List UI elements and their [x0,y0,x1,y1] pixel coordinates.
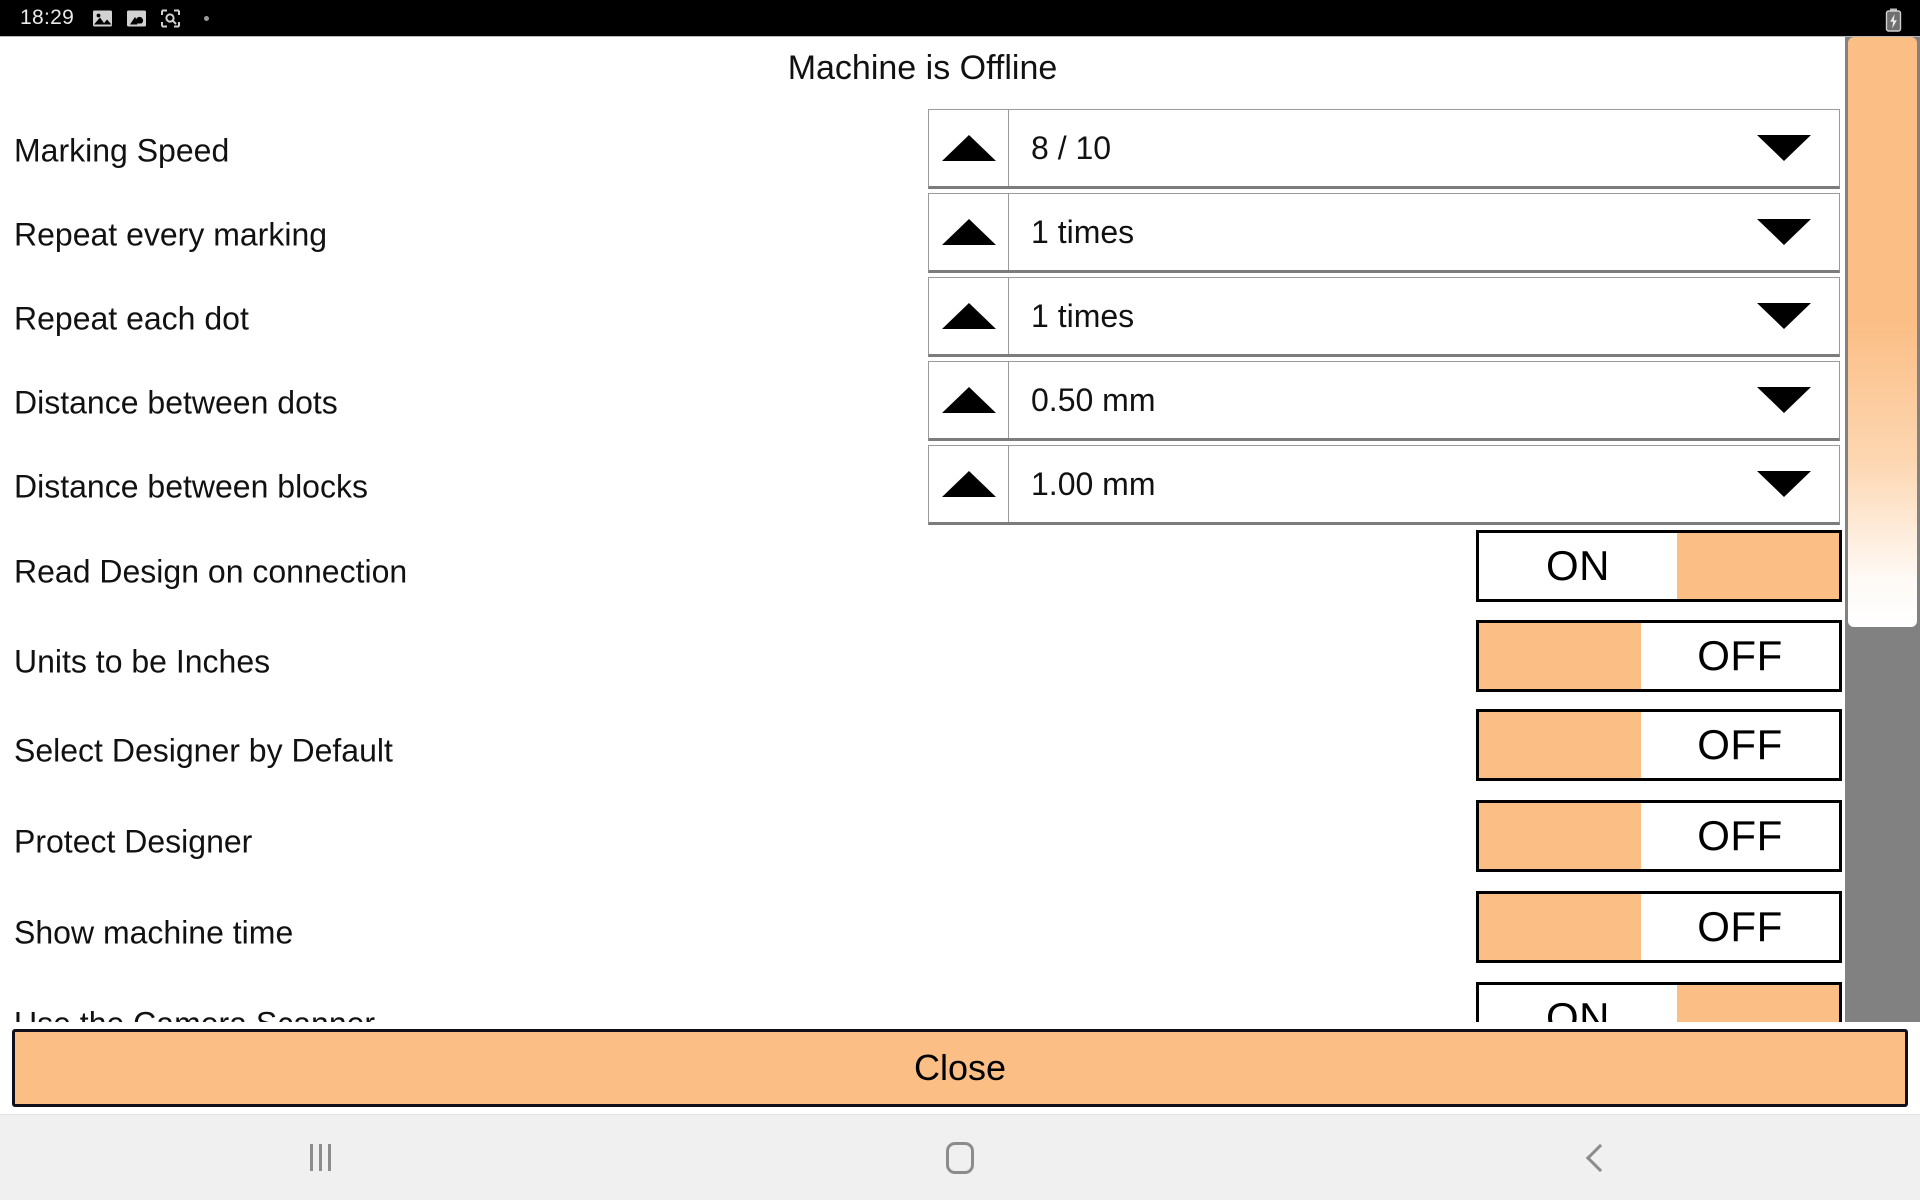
toggle-state-label: OFF [1697,721,1783,768]
spinner-value: 1 times [1031,213,1135,250]
spinner-value: 1.00 mm [1031,465,1156,502]
setting-row-use-the-camera-scanner: Use the Camera Scanner ON [0,982,1845,1022]
setting-row-protect-designer: Protect Designer OFF [0,800,1845,884]
toggle-protect-designer[interactable]: OFF [1476,800,1842,872]
triangle-up-icon [941,471,996,497]
spinner-value: 0.50 mm [1031,381,1156,418]
spinner-decrement-button[interactable] [1729,446,1839,522]
toggle-select-designer-by-default[interactable]: OFF [1476,709,1842,781]
toggle-use-the-camera-scanner[interactable]: ON [1476,982,1842,1022]
toggle-show-machine-time[interactable]: OFF [1476,891,1842,963]
toggle-thumb [1677,985,1839,1022]
triangle-up-icon [941,135,996,161]
spinner-increment-button[interactable] [929,446,1009,522]
home-button[interactable] [890,1128,1030,1188]
setting-row-repeat-every-marking: Repeat every marking 1 times [0,193,1845,277]
spinner-distance-between-dots[interactable]: 0.50 mm [928,361,1840,441]
setting-label: Protect Designer [14,823,253,860]
android-status-bar: 18:29 [0,0,1920,36]
toggle-thumb [1479,712,1641,778]
triangle-down-icon [1757,135,1811,161]
battery-charging-icon [1885,8,1906,32]
setting-row-units-to-be-inches: Units to be Inches OFF [0,620,1845,704]
scrollbar-thumb[interactable] [1848,37,1917,627]
setting-label: Marking Speed [14,132,230,169]
spinner-decrement-button[interactable] [1729,110,1839,186]
spinner-decrement-button[interactable] [1729,194,1839,270]
spinner-repeat-every-marking[interactable]: 1 times [928,193,1840,273]
status-bar-notification-icons [92,8,210,29]
spinner-marking-speed[interactable]: 8 / 10 [928,109,1840,189]
toggle-state-label: OFF [1697,903,1783,950]
app-screen: 18:29 Machine is Offline Marking Speed 8… [0,0,1920,1200]
vertical-scrollbar[interactable] [1845,37,1920,1022]
spinner-increment-button[interactable] [929,194,1009,270]
status-bar-right-icons [1885,8,1906,32]
back-icon [1585,1143,1615,1172]
status-bar-clock: 18:29 [20,6,75,29]
spinner-increment-button[interactable] [929,278,1009,354]
toggle-state-label: ON [1546,542,1610,589]
triangle-down-icon [1757,471,1811,497]
setting-row-show-machine-time: Show machine time OFF [0,891,1845,975]
setting-label: Show machine time [14,914,294,951]
toggle-thumb [1479,894,1641,960]
close-button[interactable]: Close [12,1029,1908,1107]
status-dot-icon [204,15,210,21]
setting-row-repeat-each-dot: Repeat each dot 1 times [0,277,1845,361]
settings-panel: Machine is Offline Marking Speed 8 / 10 … [0,36,1920,1022]
toggle-thumb [1479,623,1641,689]
settings-panel-content: Machine is Offline Marking Speed 8 / 10 … [0,37,1920,1022]
spinner-value: 8 / 10 [1031,129,1112,166]
footer-bar: Close [0,1022,1920,1114]
triangle-up-icon [941,303,996,329]
setting-row-read-design-on-connection: Read Design on connection ON [0,530,1845,614]
gallery-save-icon [126,8,147,29]
android-navigation-bar [0,1114,1920,1200]
setting-label: Repeat every marking [14,216,328,253]
spinner-decrement-button[interactable] [1729,362,1839,438]
spinner-value: 1 times [1031,297,1135,334]
triangle-up-icon [941,387,996,413]
triangle-down-icon [1757,219,1811,245]
toggle-thumb [1479,803,1641,869]
setting-label: Repeat each dot [14,300,249,337]
recents-button[interactable] [250,1128,390,1188]
setting-row-marking-speed: Marking Speed 8 / 10 [0,109,1845,193]
triangle-down-icon [1757,303,1811,329]
toggle-state-label: OFF [1697,632,1783,679]
setting-row-distance-between-blocks: Distance between blocks 1.00 mm [0,445,1845,529]
recents-icon [309,1144,331,1171]
toggle-read-design-on-connection[interactable]: ON [1476,530,1842,602]
setting-label: Use the Camera Scanner [14,1006,375,1023]
spinner-increment-button[interactable] [929,110,1009,186]
spinner-distance-between-blocks[interactable]: 1.00 mm [928,445,1840,525]
spinner-increment-button[interactable] [929,362,1009,438]
setting-row-select-designer-by-default: Select Designer by Default OFF [0,709,1845,793]
triangle-down-icon [1757,387,1811,413]
back-button[interactable] [1530,1128,1670,1188]
screenshot-search-icon [160,8,181,29]
machine-status-title: Machine is Offline [787,49,1058,87]
home-icon [946,1141,974,1174]
setting-label: Distance between dots [14,384,338,421]
spinner-repeat-each-dot[interactable]: 1 times [928,277,1840,357]
toggle-state-label: OFF [1697,812,1783,859]
setting-row-distance-between-dots: Distance between dots 0.50 mm [0,361,1845,445]
setting-label: Units to be Inches [14,643,271,680]
setting-label: Select Designer by Default [14,732,393,769]
image-icon [92,8,113,29]
setting-label: Read Design on connection [14,553,408,590]
setting-label: Distance between blocks [14,468,368,505]
triangle-up-icon [941,219,996,245]
toggle-state-label: ON [1546,994,1610,1022]
spinner-decrement-button[interactable] [1729,278,1839,354]
toggle-units-to-be-inches[interactable]: OFF [1476,620,1842,692]
toggle-thumb [1677,533,1839,599]
